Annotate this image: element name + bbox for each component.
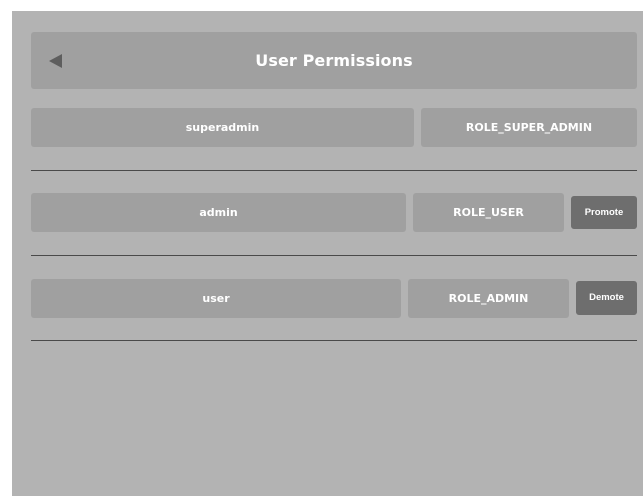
promote-button[interactable]: Promote xyxy=(571,196,637,229)
username-cell-superadmin: superadmin xyxy=(31,108,414,147)
username-cell-admin: admin xyxy=(31,193,406,232)
page-title: User Permissions xyxy=(255,51,413,70)
demote-button[interactable]: Demote xyxy=(576,281,637,315)
row-divider xyxy=(31,255,637,256)
role-cell-admin: ROLE_USER xyxy=(413,193,564,232)
role-cell-superadmin: ROLE_SUPER_ADMIN xyxy=(421,108,637,147)
username-cell-user: user xyxy=(31,279,401,318)
row-divider xyxy=(31,340,637,341)
role-cell-user: ROLE_ADMIN xyxy=(408,279,569,318)
header-bar: User Permissions xyxy=(31,32,637,89)
row-divider xyxy=(31,170,637,171)
